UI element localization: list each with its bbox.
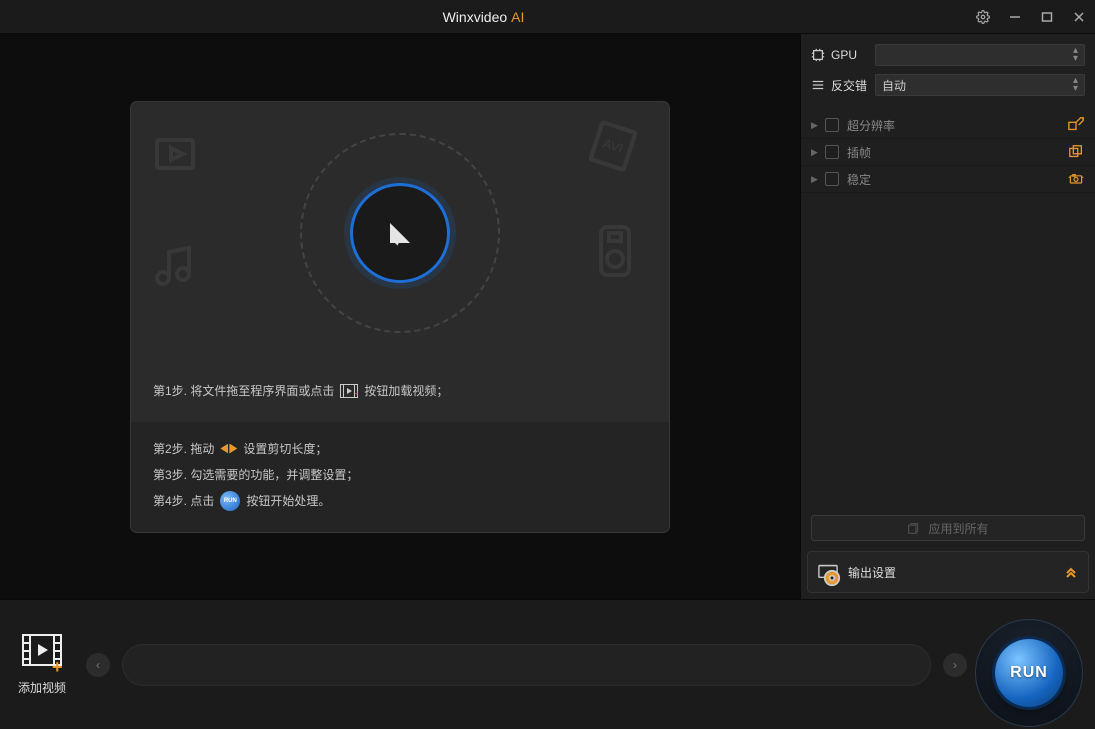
- step1-text-a: 第1步. 将文件拖至程序界面或点击: [153, 378, 334, 404]
- toggle-row-interpolation[interactable]: ▶ 插帧: [801, 139, 1095, 166]
- run-button-wrap: RUN: [975, 619, 1083, 727]
- expand-caret-icon: ▶: [811, 120, 817, 131]
- add-video-icon: +: [22, 634, 62, 673]
- frame-interpolation-icon: [1067, 144, 1085, 160]
- upscale-icon: [1067, 117, 1085, 133]
- svg-text:+: +: [355, 389, 358, 398]
- step2-text-b: 设置剪切长度；: [243, 436, 327, 462]
- close-button[interactable]: [1063, 0, 1095, 34]
- chevron-left-icon: ‹: [96, 658, 100, 672]
- timeline-next-button[interactable]: ›: [943, 653, 967, 677]
- checkbox-stabilize[interactable]: [825, 172, 839, 186]
- apply-all-wrap: 应用到所有: [801, 505, 1095, 551]
- step-1-row: 第1步. 将文件拖至程序界面或点击 + 按钮加载视频；: [131, 364, 669, 422]
- deinterlace-select[interactable]: 自动 ▴▾: [875, 74, 1085, 96]
- output-icon: [818, 562, 838, 583]
- deinterlace-label: 反交错: [831, 77, 867, 94]
- timeline[interactable]: [122, 644, 931, 686]
- plus-icon: +: [52, 661, 66, 675]
- chevron-right-icon: ›: [953, 658, 957, 672]
- steps-2-4: 第2步. 拖动 设置剪切长度； 第3步. 勾选需要的功能，并调整设置； 第4步.…: [131, 422, 669, 532]
- deinterlace-value: 自动: [882, 77, 906, 94]
- expand-caret-icon: ▶: [811, 174, 817, 185]
- gear-icon: [976, 10, 990, 24]
- output-settings-row[interactable]: 输出设置: [807, 551, 1089, 593]
- deinterlace-row: 反交错 自动 ▴▾: [811, 72, 1085, 98]
- step1-text-b: 按钮加载视频；: [364, 378, 448, 404]
- apply-all-label: 应用到所有: [928, 520, 988, 537]
- add-video-inline-icon: +: [340, 384, 358, 398]
- apply-all-button[interactable]: 应用到所有: [811, 515, 1085, 541]
- gpu-icon: [811, 48, 825, 62]
- step4-text-b: 按钮开始处理。: [246, 488, 330, 514]
- stabilize-icon: [1067, 171, 1085, 187]
- settings-button[interactable]: [967, 0, 999, 34]
- maximize-button[interactable]: [1031, 0, 1063, 34]
- run-label: RUN: [1010, 664, 1048, 682]
- interpolation-label: 插帧: [847, 144, 1059, 161]
- step4-text-a: 第4步. 点击: [153, 488, 214, 514]
- app-root: WinxvideoAI: [0, 0, 1095, 729]
- run-button[interactable]: RUN: [995, 639, 1063, 707]
- stabilize-label: 稳定: [847, 171, 1059, 188]
- window-buttons: [967, 0, 1095, 34]
- side-panel: GPU ▴▾ 反交错 自动 ▴▾: [800, 34, 1095, 599]
- apply-all-icon: [907, 522, 920, 535]
- gear-badge-icon: [822, 569, 842, 587]
- chevron-updown-icon: ▴▾: [1073, 47, 1078, 63]
- close-icon: [1072, 10, 1086, 24]
- gpu-row: GPU ▴▾: [811, 42, 1085, 68]
- output-settings-label: 输出设置: [848, 564, 1054, 581]
- bottom-bar: + 添加视频 ‹ › RUN: [0, 599, 1095, 729]
- maximize-icon: [1040, 10, 1054, 24]
- timeline-prev-button[interactable]: ‹: [86, 653, 110, 677]
- toggle-list: ▶ 超分辨率 ▶ 插帧 ▶: [801, 112, 1095, 193]
- drop-zone[interactable]: AVI: [131, 102, 669, 364]
- minimize-button[interactable]: [999, 0, 1031, 34]
- step3-text: 第3步. 勾选需要的功能，并调整设置；: [153, 462, 358, 488]
- main-area: AVI 第1步. 将文件拖至程序界面或点击 + 按钮加载视频；: [0, 34, 800, 599]
- app-title: WinxvideoAI: [0, 9, 967, 25]
- deinterlace-icon: [811, 78, 825, 92]
- chevron-updown-icon: ▴▾: [1073, 77, 1078, 93]
- run-inline-icon: RUN: [220, 491, 240, 511]
- toggle-row-stabilize[interactable]: ▶ 稳定: [801, 166, 1095, 193]
- svg-text:AVI: AVI: [601, 135, 625, 155]
- app-suffix: AI: [511, 9, 524, 25]
- trim-handles-icon: [220, 444, 237, 454]
- drop-card: AVI 第1步. 将文件拖至程序界面或点击 + 按钮加载视频；: [131, 102, 669, 532]
- expand-caret-icon: ▶: [811, 147, 817, 158]
- titlebar: WinxvideoAI: [0, 0, 1095, 34]
- side-top: GPU ▴▾ 反交错 自动 ▴▾: [801, 34, 1095, 108]
- gpu-label: GPU: [831, 48, 857, 62]
- step2-text-a: 第2步. 拖动: [153, 436, 214, 462]
- body: AVI 第1步. 将文件拖至程序界面或点击 + 按钮加载视频；: [0, 34, 1095, 599]
- add-video-button[interactable]: + 添加视频: [18, 634, 66, 696]
- checkbox-upscale[interactable]: [825, 118, 839, 132]
- toggle-row-upscale[interactable]: ▶ 超分辨率: [801, 112, 1095, 139]
- gpu-select[interactable]: ▴▾: [875, 44, 1085, 66]
- add-video-label: 添加视频: [18, 679, 66, 696]
- chevron-up-icon: [1064, 564, 1078, 581]
- upscale-label: 超分辨率: [847, 117, 1059, 134]
- app-name: Winxvideo: [443, 9, 508, 25]
- dashed-ring: [300, 133, 500, 333]
- minimize-icon: [1008, 10, 1022, 24]
- checkbox-interpolation[interactable]: [825, 145, 839, 159]
